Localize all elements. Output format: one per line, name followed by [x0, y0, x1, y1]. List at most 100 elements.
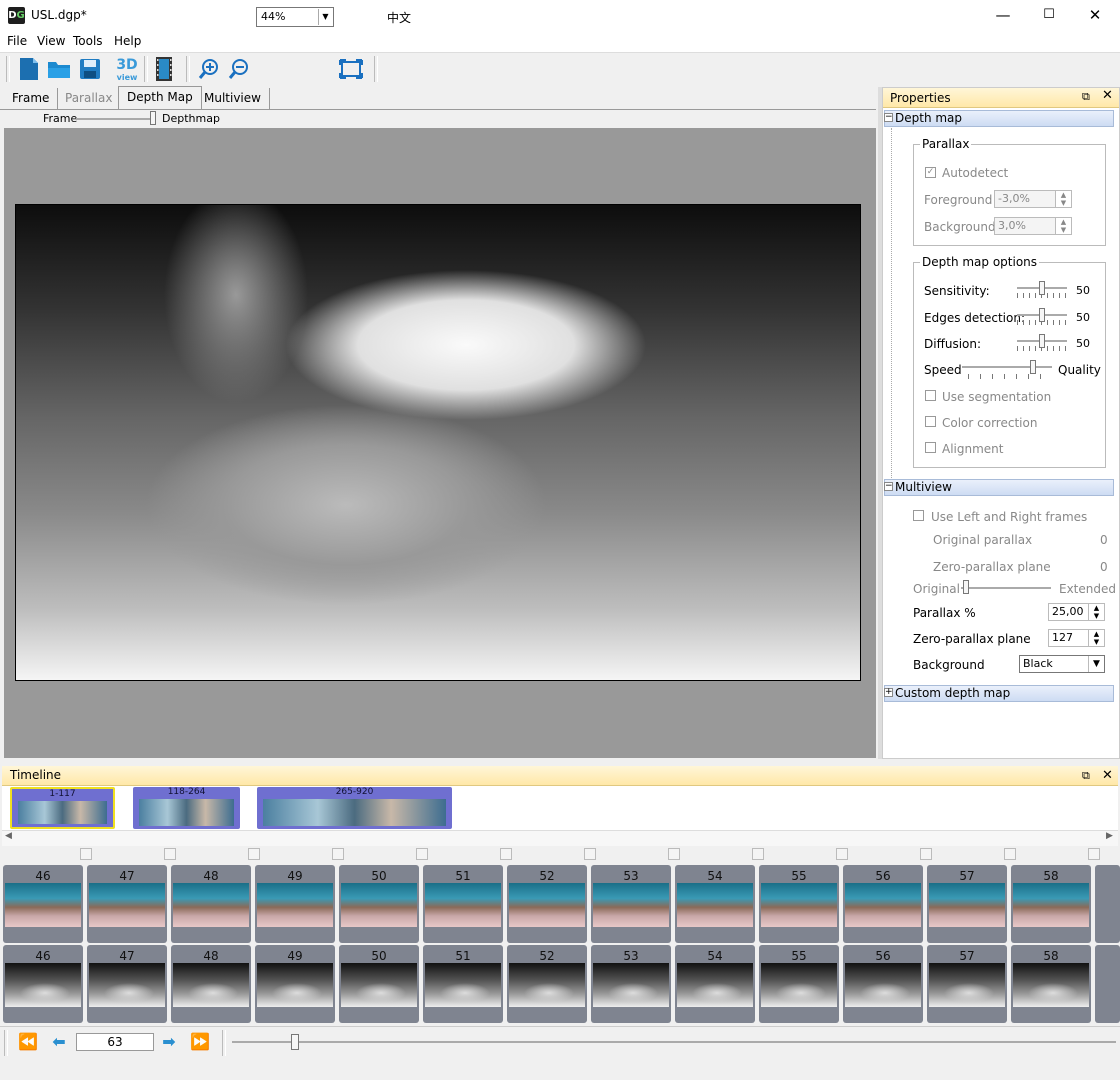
frame-thumbnail[interactable]: 55: [759, 865, 839, 943]
first-frame-icon[interactable]: ⏪: [16, 1032, 40, 1052]
previous-frame-icon[interactable]: ⬅: [47, 1032, 71, 1052]
depth-thumbnail[interactable]: 47: [87, 945, 167, 1023]
current-frame-input[interactable]: 63: [76, 1033, 154, 1051]
zoom-out-icon[interactable]: [227, 56, 253, 82]
speed-quality-slider-thumb[interactable]: [1030, 360, 1036, 374]
spin-arrows-icon[interactable]: ▲ ▼: [1088, 604, 1104, 620]
frame-thumbnail[interactable]: 52: [507, 865, 587, 943]
foreground-spinbox[interactable]: -3,0% ▲ ▼: [994, 190, 1072, 208]
collapse-icon[interactable]: −: [884, 482, 893, 491]
edges-slider-thumb[interactable]: [1039, 308, 1045, 322]
frame-thumbnail[interactable]: 58: [1011, 865, 1091, 943]
view-slider-thumb[interactable]: [150, 111, 156, 125]
color-correction-checkbox[interactable]: [925, 416, 936, 427]
section-multiview[interactable]: − Multiview: [884, 479, 1114, 496]
depth-thumbnail[interactable]: 46: [3, 945, 83, 1023]
spin-arrows-icon[interactable]: ▲ ▼: [1055, 191, 1071, 207]
use-segmentation-checkbox[interactable]: [925, 390, 936, 401]
film-strip-icon[interactable]: [151, 56, 177, 82]
use-left-right-checkbox[interactable]: [913, 510, 924, 521]
depth-thumbnail[interactable]: 52: [507, 945, 587, 1023]
frame-select-checkbox[interactable]: [584, 848, 596, 860]
frame-select-checkbox[interactable]: [1004, 848, 1016, 860]
original-extended-slider-track[interactable]: [961, 587, 1051, 589]
depth-thumbnail[interactable]: 56: [843, 945, 923, 1023]
frame-select-checkbox[interactable]: [164, 848, 176, 860]
depth-thumbnail[interactable]: 58: [1011, 945, 1091, 1023]
timeline-slider-thumb[interactable]: [291, 1034, 299, 1050]
spin-arrows-icon[interactable]: ▲ ▼: [1055, 218, 1071, 234]
sensitivity-slider-thumb[interactable]: [1039, 281, 1045, 295]
original-extended-slider-thumb[interactable]: [963, 580, 969, 594]
frame-thumbnail[interactable]: 53: [591, 865, 671, 943]
tab-parallax[interactable]: Parallax: [57, 88, 122, 109]
depth-thumbnail[interactable]: 53: [591, 945, 671, 1023]
view-slider-track[interactable]: [76, 118, 156, 120]
zoom-select[interactable]: 44% ▼: [256, 7, 334, 27]
frame-thumbnail[interactable]: 47: [87, 865, 167, 943]
float-panel-icon[interactable]: ⧉: [1082, 769, 1090, 783]
depth-thumbnail[interactable]: 48: [171, 945, 251, 1023]
parallax-percent-spinbox[interactable]: 25,00 ▲ ▼: [1048, 603, 1105, 621]
depth-thumbnail[interactable]: 50: [339, 945, 419, 1023]
frame-select-checkbox[interactable]: [80, 848, 92, 860]
zero-parallax-plane-spinbox[interactable]: 127 ▲ ▼: [1048, 629, 1105, 647]
clip-item[interactable]: 1-117: [10, 787, 115, 829]
mv-background-select[interactable]: Black ▼: [1019, 655, 1105, 673]
open-folder-icon[interactable]: [46, 56, 72, 82]
minimize-button[interactable]: —: [980, 0, 1026, 32]
depth-thumbnail[interactable]: 55: [759, 945, 839, 1023]
frame-thumbnail[interactable]: 46: [3, 865, 83, 943]
menu-file[interactable]: File: [7, 34, 27, 48]
next-frame-icon[interactable]: ➡: [157, 1032, 181, 1052]
frame-thumbnail[interactable]: 48: [171, 865, 251, 943]
tab-multiview[interactable]: Multiview: [196, 88, 270, 109]
float-panel-icon[interactable]: ⧉: [1082, 90, 1090, 104]
tab-frame[interactable]: Frame: [4, 88, 59, 109]
maximize-button[interactable]: ☐: [1026, 0, 1072, 32]
timeline-slider-track[interactable]: [232, 1041, 1116, 1043]
collapse-icon[interactable]: −: [884, 113, 893, 122]
depth-thumbnail[interactable]: 57: [927, 945, 1007, 1023]
close-button[interactable]: ✕: [1072, 0, 1118, 32]
alignment-checkbox[interactable]: [925, 442, 936, 453]
frame-thumbnail-partial[interactable]: [1095, 865, 1120, 943]
scroll-right-icon[interactable]: ▶: [1106, 831, 1113, 841]
section-depth-map[interactable]: − Depth map: [884, 110, 1114, 127]
new-project-icon[interactable]: [16, 56, 42, 82]
close-panel-icon[interactable]: ✕: [1102, 768, 1113, 783]
tab-depth-map[interactable]: Depth Map: [118, 86, 202, 109]
frame-thumbnail[interactable]: 57: [927, 865, 1007, 943]
frame-select-checkbox[interactable]: [920, 848, 932, 860]
frame-select-checkbox[interactable]: [500, 848, 512, 860]
menu-view[interactable]: View: [37, 34, 65, 48]
menu-tools[interactable]: Tools: [73, 34, 103, 48]
depth-thumbnail[interactable]: 49: [255, 945, 335, 1023]
frame-select-checkbox[interactable]: [416, 848, 428, 860]
frame-thumbnail[interactable]: 49: [255, 865, 335, 943]
autodetect-checkbox[interactable]: ✓: [925, 167, 936, 178]
save-icon[interactable]: [77, 56, 103, 82]
menu-help[interactable]: Help: [114, 34, 141, 48]
fit-to-window-icon[interactable]: [338, 56, 364, 82]
zoom-in-icon[interactable]: [197, 56, 223, 82]
frame-select-checkbox[interactable]: [836, 848, 848, 860]
frame-select-checkbox[interactable]: [1088, 848, 1100, 860]
last-frame-icon[interactable]: ⏩: [188, 1032, 212, 1052]
background-spinbox[interactable]: 3,0% ▲ ▼: [994, 217, 1072, 235]
clip-scrollbar[interactable]: [2, 830, 1118, 846]
language-button[interactable]: 中文: [387, 9, 411, 26]
frame-thumbnail[interactable]: 51: [423, 865, 503, 943]
frame-thumbnail-partial[interactable]: [1095, 945, 1120, 1023]
frame-select-checkbox[interactable]: [752, 848, 764, 860]
clip-item[interactable]: 265-920: [257, 787, 452, 829]
section-custom-depth-map[interactable]: + Custom depth map: [884, 685, 1114, 702]
frame-thumbnail[interactable]: 54: [675, 865, 755, 943]
spin-arrows-icon[interactable]: ▲ ▼: [1088, 630, 1104, 646]
frame-select-checkbox[interactable]: [668, 848, 680, 860]
frame-select-checkbox[interactable]: [248, 848, 260, 860]
depth-thumbnail[interactable]: 51: [423, 945, 503, 1023]
frame-select-checkbox[interactable]: [332, 848, 344, 860]
frame-thumbnail[interactable]: 50: [339, 865, 419, 943]
expand-icon[interactable]: +: [884, 688, 893, 697]
